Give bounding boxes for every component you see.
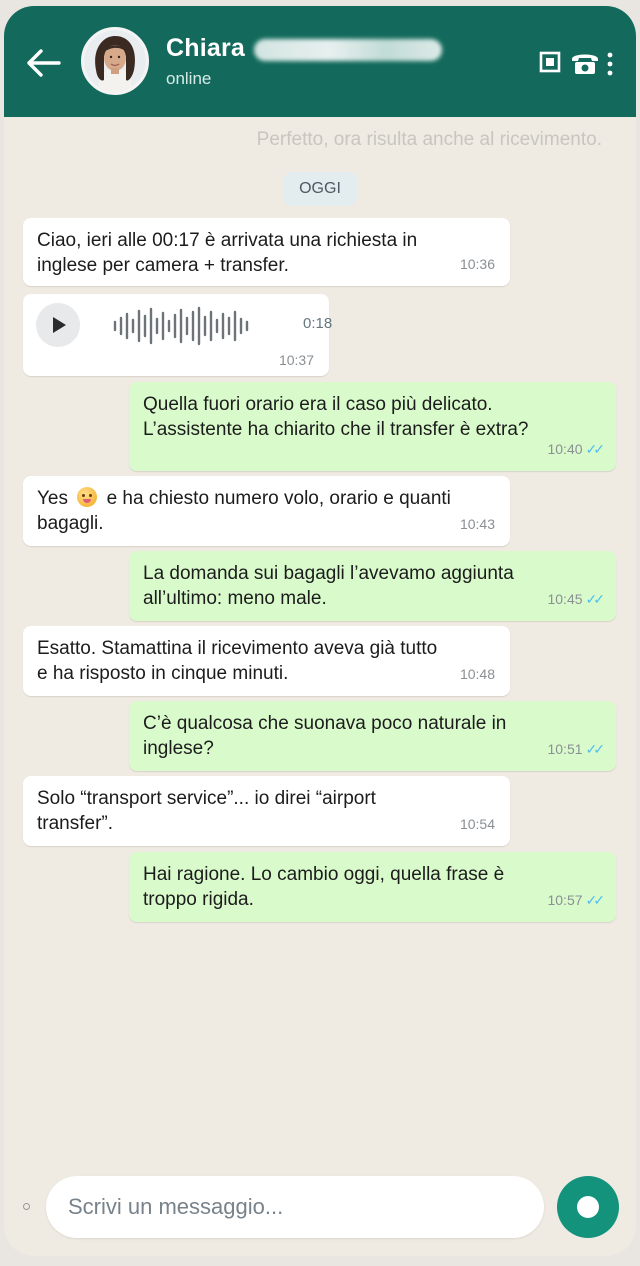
voice-duration: 0:18 <box>303 315 333 332</box>
message-outgoing[interactable]: Quella fuori orario era il caso più deli… <box>129 382 616 471</box>
message-text: Esatto. Stamattina il ricevimento aveva … <box>37 638 438 684</box>
record-button[interactable] <box>557 1176 619 1238</box>
voice-message[interactable]: 0:18 10:37 <box>23 294 333 376</box>
message-time: 10:54 <box>459 816 495 832</box>
message-text: Solo “transport service”... io direi “ai… <box>37 788 376 834</box>
message-incoming[interactable]: Solo “transport service”... io direi “ai… <box>23 776 510 846</box>
message-outgoing[interactable]: La domanda sui bagagli l’avevamo aggiunt… <box>129 551 616 621</box>
contact-status: online <box>166 69 212 88</box>
message-incoming[interactable]: Esatto. Stamattina il ricevimento aveva … <box>23 626 510 696</box>
message-text: C’è qualcosa che suonava poco naturale i… <box>143 713 507 759</box>
play-icon <box>53 317 66 333</box>
message-time: 10:36 <box>459 256 495 272</box>
message-time: 10:57 <box>547 892 583 908</box>
contact-name[interactable]: Chiara <box>166 34 245 63</box>
contact-avatar[interactable] <box>81 27 149 95</box>
record-dot-icon <box>577 1196 599 1218</box>
message-text: Hai ragione. Lo cambio oggi, quella fras… <box>143 864 505 910</box>
message-time: 10:48 <box>459 666 495 682</box>
message-time: 10:40 <box>547 441 583 457</box>
blurred-surname <box>254 39 442 61</box>
message-input[interactable]: Scrivi un messaggio... <box>46 1176 544 1238</box>
message-text: La domanda sui bagagli l’avevamo aggiunt… <box>143 563 514 609</box>
read-ticks-icon: ✓✓ <box>585 892 606 908</box>
read-ticks-icon: ✓✓ <box>585 591 606 607</box>
message-meta: 10:57 ✓✓ <box>547 888 606 913</box>
chat-window: Chiara online Perfetto, ora risulta anch… <box>4 6 636 1256</box>
message-meta: 10:51 ✓✓ <box>547 737 606 762</box>
message-text: Ciao, ieri alle 00:17 è arrivata una ric… <box>37 230 418 276</box>
smiling-face-emoji-icon <box>77 487 98 507</box>
message-input-placeholder: Scrivi un messaggio... <box>68 1194 284 1219</box>
message-time: 10:51 <box>547 741 583 757</box>
message-incoming[interactable]: Ciao, ieri alle 00:17 è arrivata una ric… <box>23 218 510 286</box>
message-outgoing[interactable]: C’è qualcosa che suonava poco naturale i… <box>129 701 616 771</box>
message-text: Quella fuori orario era il caso più deli… <box>143 394 529 440</box>
attachment-dot-icon[interactable] <box>23 1203 30 1210</box>
more-options-icon[interactable] <box>607 52 613 81</box>
message-text: Yes e ha chiesto numero volo, orario e q… <box>37 487 451 534</box>
date-separator: OGGI <box>283 172 357 206</box>
message-meta: 10:40 ✓✓ <box>547 437 606 462</box>
play-button[interactable] <box>36 303 80 347</box>
back-arrow-icon[interactable] <box>26 48 62 78</box>
chat-header: Chiara online <box>4 6 636 117</box>
previous-message-faded: Perfetto, ora risulta anche al ricevimen… <box>256 129 602 150</box>
message-time: 10:37 <box>278 352 314 368</box>
message-time: 10:45 <box>547 591 583 607</box>
read-ticks-icon: ✓✓ <box>585 441 606 457</box>
video-call-icon[interactable] <box>539 51 561 78</box>
phone-call-icon[interactable] <box>570 50 600 81</box>
read-ticks-icon: ✓✓ <box>585 741 606 757</box>
message-time: 10:43 <box>459 516 495 532</box>
message-meta: 10:45 ✓✓ <box>547 587 606 612</box>
waveform[interactable] <box>113 306 253 351</box>
message-incoming[interactable]: Yes e ha chiesto numero volo, orario e q… <box>23 476 510 546</box>
message-outgoing[interactable]: Hai ragione. Lo cambio oggi, quella fras… <box>129 852 616 922</box>
